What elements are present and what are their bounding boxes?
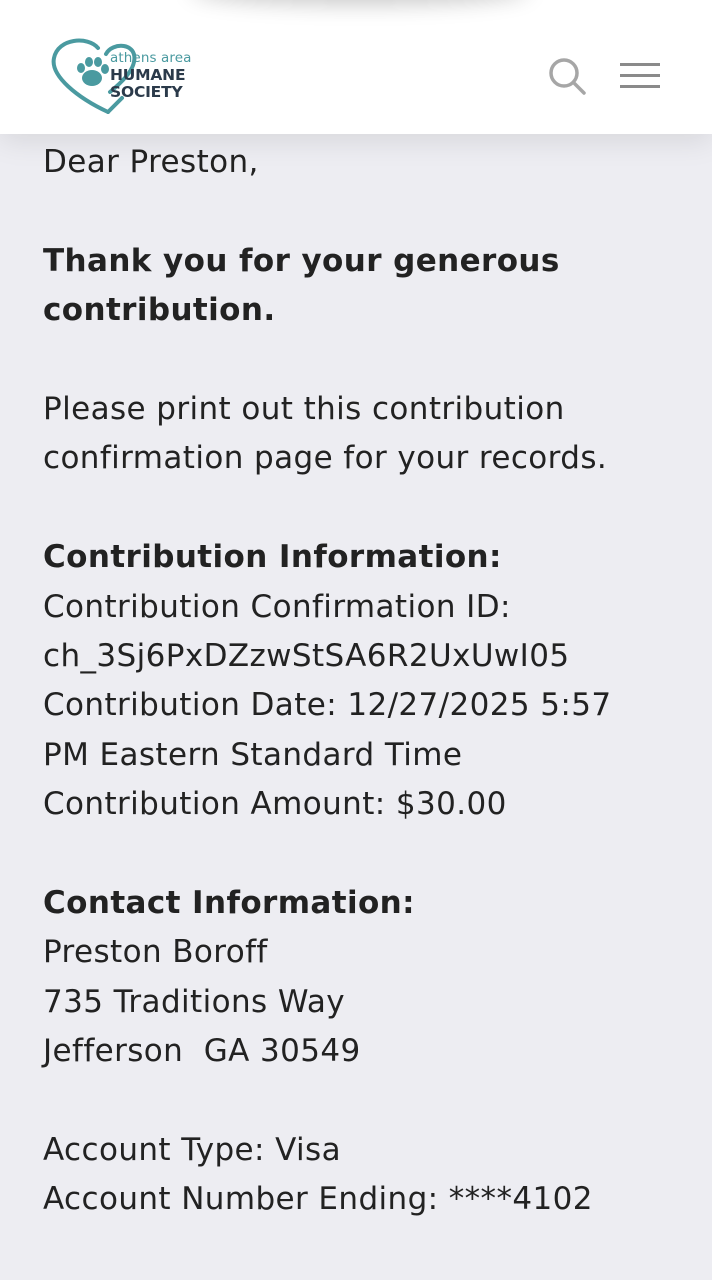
logo-wordmark: athens area HUMANE SOCIETY: [110, 50, 192, 101]
contact-name: Preston Boroff: [43, 934, 268, 971]
search-button[interactable]: [546, 55, 588, 97]
menu-button[interactable]: [618, 60, 662, 92]
contribution-information-heading: Contribution Information:: [43, 539, 502, 576]
confirmation-id-label: Contribution Confirmation ID:: [43, 588, 511, 625]
contact-city: Jefferson GA 30549: [43, 1033, 361, 1070]
logo-line-humane: HUMANE: [110, 65, 186, 84]
account-number-ending: Account Number Ending: ****4102: [43, 1181, 593, 1218]
contribution-date-line-1: Contribution Date: 12/27/2025 5:57: [43, 687, 612, 724]
greeting: Dear Preston,: [43, 144, 259, 180]
site-logo[interactable]: athens area HUMANE SOCIETY: [48, 38, 208, 114]
account-type: Account Type: Visa: [43, 1132, 342, 1169]
site-header: athens area HUMANE SOCIETY: [0, 0, 712, 134]
contribution-amount: Contribution Amount: $30.00: [43, 786, 507, 823]
confirmation-letter: Dear Preston, Thank you for your generou…: [43, 138, 683, 1225]
thank-you-line-2: contribution.: [43, 292, 276, 329]
search-icon: [549, 58, 586, 95]
hamburger-menu-icon: [620, 63, 660, 88]
contribution-date-line-2: PM Eastern Standard Time: [43, 736, 463, 773]
contact-street: 735 Traditions Way: [43, 983, 346, 1020]
print-instruction-line-1: Please print out this contribution: [43, 391, 565, 427]
thank-you-line-1: Thank you for your generous: [43, 242, 560, 279]
logo-line-athens-area: athens area: [110, 50, 192, 66]
contact-information-heading: Contact Information:: [43, 885, 415, 922]
print-instruction-line-2: confirmation page for your records.: [43, 440, 608, 477]
logo-line-society: SOCIETY: [110, 83, 183, 101]
confirmation-id-value: ch_3Sj6PxDZzwStSA6R2UxUwI05: [43, 638, 570, 675]
